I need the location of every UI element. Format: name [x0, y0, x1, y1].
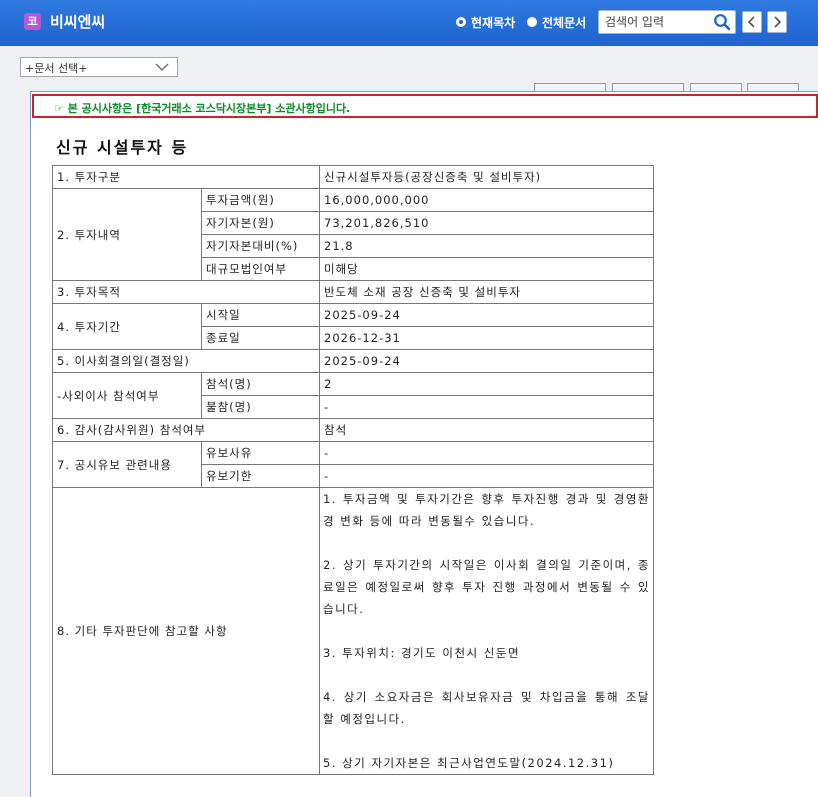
row-label: -사외이사 참석여부 [52, 372, 202, 419]
prev-button[interactable] [742, 11, 762, 33]
row-label: 7. 공시유보 관련내용 [52, 441, 202, 488]
search-icon[interactable] [713, 13, 731, 31]
page-title: 신규 시설투자 등 [56, 138, 189, 157]
sub-label: 유보기한 [200, 464, 321, 488]
table-row: 4. 투자기간 시작일 2025-09-24 [52, 303, 655, 350]
row-value-notes: 1. 투자금액 및 투자기간은 향후 투자진행 경과 및 경영환경 변화 등에 … [319, 487, 655, 775]
note-paragraph: 3. 투자위치: 경기도 이천시 신둔면 [323, 646, 521, 660]
row-value: 2 [319, 372, 655, 396]
row-value: - [319, 464, 655, 488]
radio-current-toc[interactable]: 현재목차 [456, 13, 515, 31]
row-value: 참석 [319, 418, 655, 442]
row-value: 미해당 [319, 257, 655, 281]
row-value: 21.8 [319, 234, 655, 258]
sub-label: 참석(명) [200, 372, 321, 396]
table-row: 3. 투자목적 반도체 소재 공장 신증축 및 설비투자 [51, 280, 655, 304]
radio-whole-document-label: 전체문서 [542, 15, 587, 30]
note-paragraph: 2. 상기 투자기간의 시작일은 이사회 결의일 기준이며, 종료일은 예정일로… [323, 558, 651, 616]
row-label: 8. 기타 투자판단에 참고할 사항 [51, 487, 321, 775]
table-row: 6. 감사(감사위원) 참석여부 참석 [51, 418, 655, 442]
table-row: 2. 투자내역 투자금액(원) 16,000,000,000 [52, 188, 655, 281]
radio-unchecked-icon[interactable] [527, 17, 537, 27]
disclosure-table: 1. 투자구분 신규시설투자등(공장신증축 및 설비투자) 2. 투자내역 투자… [51, 165, 655, 775]
row-label: 5. 이사회결의일(결정일) [51, 349, 321, 373]
table-row: 7. 공시유보 관련내용 유보사유 - [52, 441, 655, 488]
note-paragraph: 4. 상기 소요자금은 회사보유자금 및 차입금을 통해 조달할 예정입니다. [323, 690, 651, 726]
row-value: - [319, 441, 655, 465]
chevron-down-icon [155, 63, 169, 71]
next-button[interactable] [767, 11, 787, 33]
sub-label: 불참(명) [200, 395, 321, 419]
row-value: 16,000,000,000 [319, 188, 655, 212]
row-value: 신규시설투자등(공장신증축 및 설비투자) [319, 165, 655, 189]
company-name: 비씨엔씨 [50, 13, 106, 31]
document-select[interactable]: +문서 선택+ [20, 57, 178, 77]
sub-label: 자기자본(원) [200, 211, 321, 235]
chevron-right-icon [774, 16, 782, 28]
document-select-label: +문서 선택+ [25, 62, 88, 75]
row-value: 2025-09-24 [319, 303, 655, 327]
sub-label: 유보사유 [200, 441, 321, 465]
search-box [598, 10, 736, 34]
table-row: 8. 기타 투자판단에 참고할 사항 1. 투자금액 및 투자기간은 향후 투자… [51, 487, 655, 775]
row-label: 2. 투자내역 [52, 188, 202, 281]
sub-label: 시작일 [200, 303, 321, 327]
notice-text: ☞ 본 공시사항은 [한국거래소 코스닥시장본부] 소관사항입니다. [54, 102, 351, 115]
radio-whole-document[interactable]: 전체문서 [527, 13, 586, 31]
table-row: 1. 투자구분 신규시설투자등(공장신증축 및 설비투자) [51, 165, 655, 189]
radio-current-toc-label: 현재목차 [471, 15, 516, 30]
row-value: 2025-09-24 [319, 349, 655, 373]
sub-label: 대규모법인여부 [200, 257, 321, 281]
table-row: 5. 이사회결의일(결정일) 2025-09-24 [51, 349, 655, 373]
row-value: 73,201,826,510 [319, 211, 655, 235]
note-paragraph: 1. 투자금액 및 투자기간은 향후 투자진행 경과 및 경영환경 변화 등에 … [323, 492, 651, 528]
row-value: 2026-12-31 [319, 326, 655, 350]
radio-checked-icon[interactable] [456, 17, 466, 27]
row-value: 반도체 소재 공장 신증축 및 설비투자 [319, 280, 655, 304]
table-row: -사외이사 참석여부 참석(명) 2 [52, 372, 655, 419]
row-label: 6. 감사(감사위원) 참석여부 [51, 418, 321, 442]
row-value: - [319, 395, 655, 419]
row-label: 4. 투자기간 [52, 303, 202, 350]
sub-label: 투자금액(원) [200, 188, 321, 212]
chevron-left-icon [747, 16, 755, 28]
note-paragraph: 5. 상기 자기자본은 최근사업연도말(2024.12.31) [323, 756, 615, 770]
company-logo-icon: 코 [24, 13, 41, 30]
sub-label: 자기자본대비(%) [200, 234, 321, 258]
row-label: 3. 투자목적 [51, 280, 321, 304]
document-viewer: ☞ 본 공시사항은 [한국거래소 코스닥시장본부] 소관사항입니다. 신규 시설… [30, 91, 818, 797]
row-label: 1. 투자구분 [51, 165, 321, 189]
top-header: 코 비씨엔씨 현재목차 전체문서 [0, 0, 818, 46]
sub-label: 종료일 [200, 326, 321, 350]
search-input[interactable] [605, 13, 705, 31]
jurisdiction-notice: ☞ 본 공시사항은 [한국거래소 코스닥시장본부] 소관사항입니다. [32, 94, 818, 118]
